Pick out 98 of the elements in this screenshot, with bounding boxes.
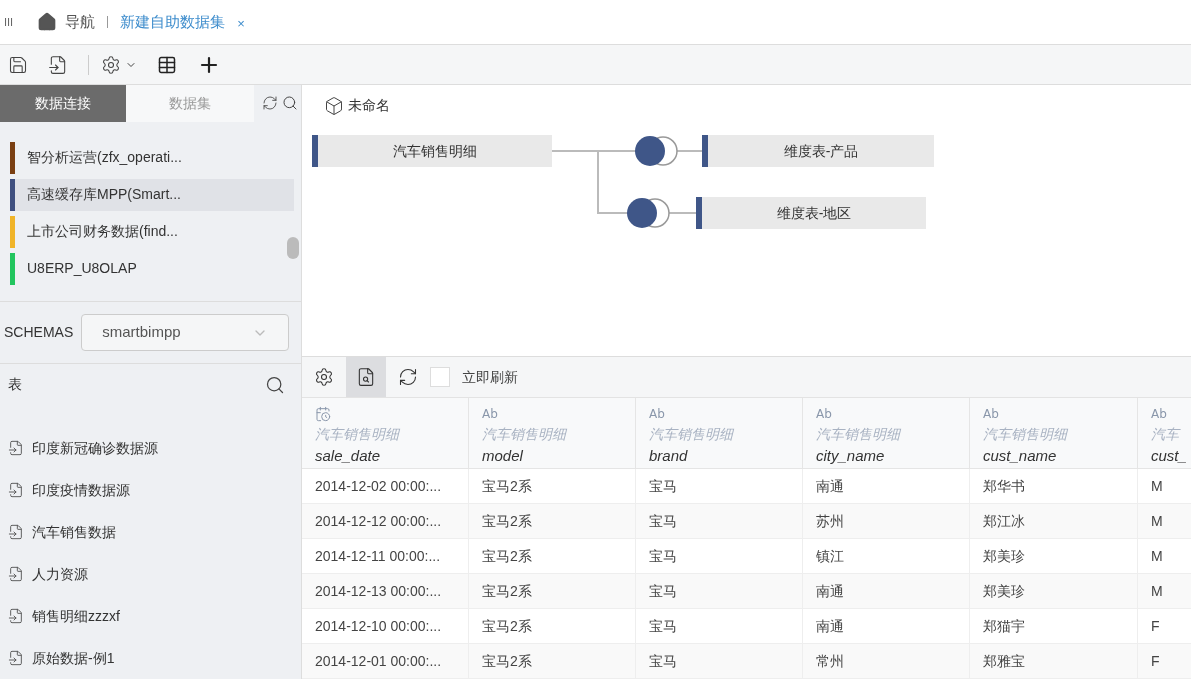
- table-cell: 宝马: [636, 574, 803, 608]
- connection-name: U8ERP_U8OLAP: [27, 259, 137, 279]
- table-cell: M: [1138, 469, 1191, 503]
- text-type-icon: Ab: [482, 406, 622, 422]
- table-node[interactable]: 汽车销售明细: [312, 135, 552, 167]
- table-cell: 宝马2系: [469, 574, 636, 608]
- table-cell: 常州: [803, 644, 970, 678]
- preview-button[interactable]: [346, 357, 386, 397]
- table-cell: F: [1138, 609, 1191, 643]
- cube-icon: [324, 95, 344, 116]
- text-type-icon: Ab: [816, 406, 956, 422]
- table-list-item[interactable]: 销售明细zzzxf: [8, 595, 301, 637]
- table-cell: M: [1138, 574, 1191, 608]
- table-list-item[interactable]: 人力资源: [8, 553, 301, 595]
- table-cell: 2014-12-02 00:00:...: [302, 469, 469, 503]
- connection-name: 上市公司财务数据(find...: [27, 222, 178, 242]
- table-cell: 宝马2系: [469, 504, 636, 538]
- table-cell: 郑美珍: [970, 574, 1138, 608]
- search-icon[interactable]: [265, 374, 285, 395]
- connection-item[interactable]: 高速缓存库MPP(Smart...: [10, 178, 294, 211]
- table-cell: 南通: [803, 469, 970, 503]
- menu-glyph[interactable]: III: [4, 13, 14, 31]
- table-cell: 2014-12-10 00:00:...: [302, 609, 469, 643]
- table-cell: 宝马2系: [469, 469, 636, 503]
- schemas-label: SCHEMAS: [4, 323, 74, 343]
- table-cell: 宝马2系: [469, 609, 636, 643]
- table-cell: 宝马: [636, 504, 803, 538]
- table-cell: 郑雅宝: [970, 644, 1138, 678]
- connection-name: 高速缓存库MPP(Smart...: [27, 185, 181, 205]
- text-type-icon: Ab: [983, 406, 1124, 422]
- table-cell: 宝马: [636, 609, 803, 643]
- table-cell: 宝马: [636, 539, 803, 573]
- table-cell: 宝马2系: [469, 644, 636, 678]
- table-list-item[interactable]: 汽车销售数据: [8, 511, 301, 553]
- column-header[interactable]: Ab 汽车销售明细 cust_name: [970, 398, 1138, 468]
- grid-settings-icon[interactable]: [314, 367, 334, 387]
- nav-link[interactable]: 导航: [65, 10, 96, 34]
- table-cell: 宝马: [636, 644, 803, 678]
- table-list-item[interactable]: 原始数据-例1: [8, 637, 301, 679]
- join-icon[interactable]: [626, 197, 672, 229]
- table-node[interactable]: 维度表-地区: [696, 197, 926, 229]
- table-cell: 2014-12-12 00:00:...: [302, 504, 469, 538]
- column-header[interactable]: Ab 汽车销售明细 model: [469, 398, 636, 468]
- table-cell: 2014-12-01 00:00:...: [302, 644, 469, 678]
- connection-item[interactable]: 智分析运营(zfx_operati...: [10, 141, 294, 174]
- column-header[interactable]: 汽车销售明细 sale_date: [302, 398, 469, 468]
- canvas-title: 未命名: [348, 96, 390, 115]
- table-cell: 2014-12-13 00:00:...: [302, 574, 469, 608]
- table-icon: [8, 440, 24, 456]
- text-type-icon: Ab: [649, 406, 789, 422]
- table-icon: [8, 650, 24, 666]
- table-cell: 郑美珍: [970, 539, 1138, 573]
- table-cell: 宝马: [636, 469, 803, 503]
- table-cell: M: [1138, 539, 1191, 573]
- connection-item[interactable]: 上市公司财务数据(find...: [10, 215, 294, 248]
- table-node[interactable]: 维度表-产品: [702, 135, 934, 167]
- table-cell: 镇江: [803, 539, 970, 573]
- scrollbar-thumb[interactable]: [287, 236, 299, 259]
- table-cell: F: [1138, 644, 1191, 678]
- table-icon: [8, 482, 24, 498]
- table-cell: 郑猫宇: [970, 609, 1138, 643]
- table-icon: [8, 566, 24, 582]
- refresh-icon[interactable]: [398, 367, 418, 387]
- table-cell: 郑江冰: [970, 504, 1138, 538]
- column-header[interactable]: Ab 汽车销售明细 city_name: [803, 398, 970, 468]
- save-icon[interactable]: [8, 54, 28, 75]
- table-cell: 苏州: [803, 504, 970, 538]
- schemas-select[interactable]: smartbimpp: [81, 314, 289, 352]
- settings-dropdown[interactable]: [88, 54, 137, 75]
- table-icon: [8, 608, 24, 624]
- page-tab[interactable]: 新建自助数据集: [120, 10, 226, 34]
- checkbox-label: 立即刷新: [462, 367, 518, 387]
- table-cell: 2014-12-11 00:00:...: [302, 539, 469, 573]
- table-list-item[interactable]: 印度新冠确诊数据源: [8, 427, 301, 469]
- table-cell: 南通: [803, 609, 970, 643]
- save-as-icon[interactable]: [48, 54, 68, 75]
- tables-title: 表: [8, 375, 22, 395]
- preview-icon: [356, 367, 376, 387]
- text-type-icon: Ab: [1151, 406, 1184, 422]
- table-list-item[interactable]: 印度疫情数据源: [8, 469, 301, 511]
- panel-tab[interactable]: 数据连接: [0, 85, 126, 122]
- table-cell: 郑华书: [970, 469, 1138, 503]
- table-cell: 南通: [803, 574, 970, 608]
- connection-item[interactable]: U8ERP_U8OLAP: [10, 252, 294, 285]
- table-icon[interactable]: [157, 54, 177, 75]
- checkbox[interactable]: [430, 367, 450, 387]
- close-tab-button[interactable]: ×: [237, 14, 245, 34]
- connection-name: 智分析运营(zfx_operati...: [27, 148, 182, 168]
- date-type-icon: [315, 406, 331, 422]
- home-icon[interactable]: [37, 12, 58, 32]
- settings-icon: [101, 54, 121, 75]
- column-header[interactable]: Ab 汽车销售明细 brand: [636, 398, 803, 468]
- table-cell: 宝马2系: [469, 539, 636, 573]
- join-icon[interactable]: [634, 135, 680, 167]
- table-cell: M: [1138, 504, 1191, 538]
- search-icon[interactable]: [282, 95, 298, 112]
- column-header[interactable]: Ab 汽车 cust_: [1138, 398, 1191, 468]
- table-icon: [8, 524, 24, 540]
